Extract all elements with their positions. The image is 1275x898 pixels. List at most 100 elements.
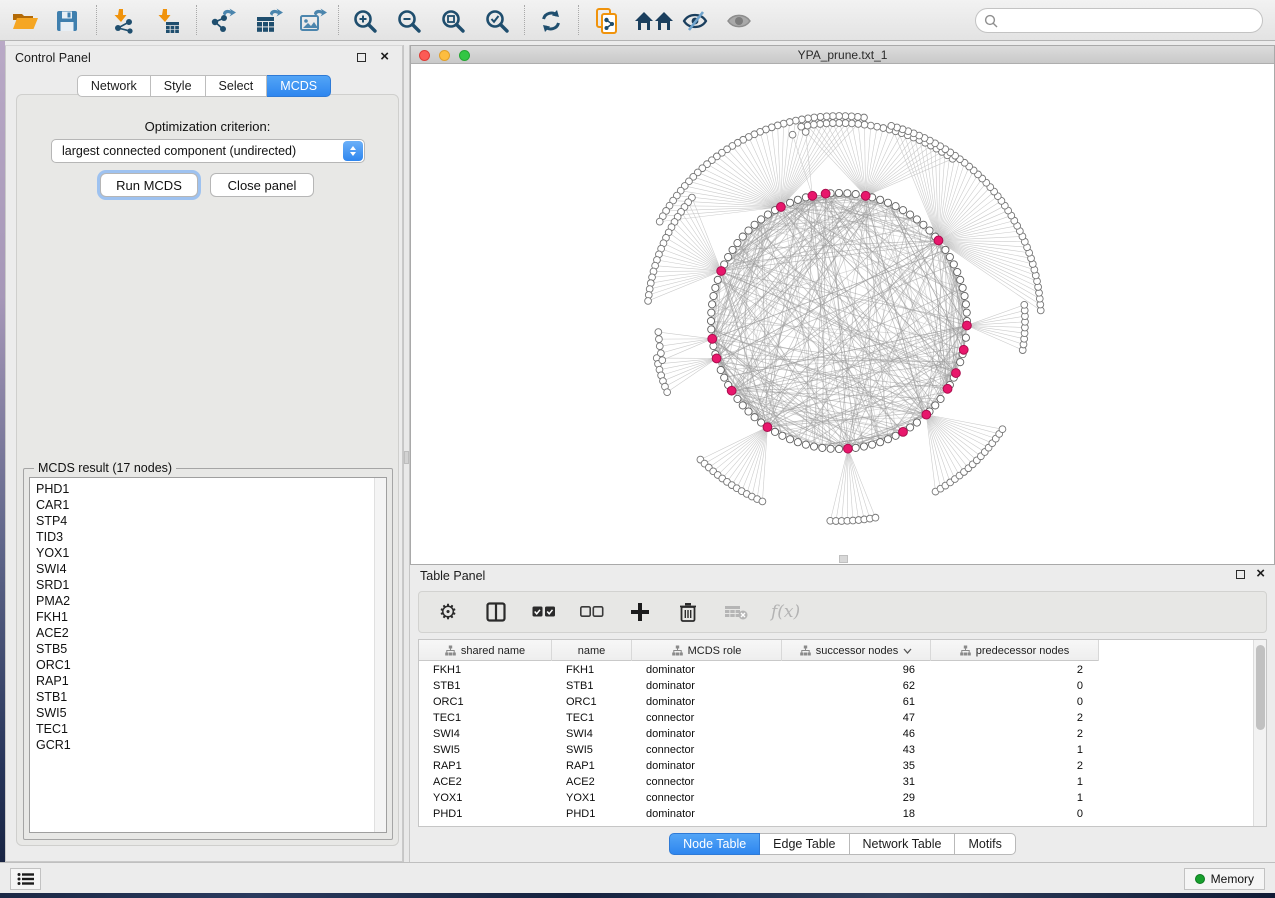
table-row[interactable]: TEC1TEC1connector472 (419, 710, 1253, 726)
mcds-result-item[interactable]: STB1 (36, 689, 372, 705)
table-row[interactable]: ORC1ORC1dominator610 (419, 694, 1253, 710)
table-cell: TEC1 (552, 710, 632, 726)
close-panel-icon[interactable]: × (380, 49, 389, 65)
column-header-shared-name[interactable]: shared name (419, 640, 552, 661)
clone-network-icon (594, 7, 620, 35)
table-body: FKH1FKH1dominator962STB1STB1dominator620… (419, 662, 1253, 822)
table-row[interactable]: SWI5SWI5connector431 (419, 742, 1253, 758)
show-eye-button[interactable] (722, 4, 756, 37)
mcds-result-item[interactable]: ACE2 (36, 625, 372, 641)
splitter-handle[interactable] (404, 451, 409, 464)
clone-network-button[interactable] (590, 4, 624, 37)
mcds-result-item[interactable]: TID3 (36, 529, 372, 545)
network-canvas[interactable] (411, 64, 1274, 564)
show-columns-button[interactable] (483, 599, 509, 625)
table-cell: 31 (782, 774, 931, 790)
tab-style[interactable]: Style (151, 75, 206, 97)
table-settings-button[interactable]: ⚙ (435, 599, 461, 625)
column-header-name[interactable]: name (552, 640, 632, 661)
export-table-button[interactable] (252, 4, 286, 37)
optimization-criterion-select[interactable]: largest connected component (undirected) (51, 139, 365, 163)
delete-table-button-disabled (723, 599, 749, 625)
column-label: name (578, 645, 606, 657)
table-cell: connector (632, 710, 782, 726)
open-file-button[interactable] (8, 4, 42, 37)
tab-edge-table[interactable]: Edge Table (760, 833, 849, 855)
table-row[interactable]: RAP1RAP1dominator352 (419, 758, 1253, 774)
column-header-successor-nodes[interactable]: successor nodes (782, 640, 931, 661)
mcds-result-item[interactable]: FKH1 (36, 609, 372, 625)
table-row[interactable]: STB1STB1dominator620 (419, 678, 1253, 694)
hide-eye-button[interactable] (678, 4, 712, 37)
table-row[interactable]: FKH1FKH1dominator962 (419, 662, 1253, 678)
memory-button[interactable]: Memory (1184, 868, 1265, 890)
table-row[interactable]: YOX1YOX1connector291 (419, 790, 1253, 806)
mcds-result-item[interactable]: STP4 (36, 513, 372, 529)
mcds-result-item[interactable]: PMA2 (36, 593, 372, 609)
export-image-button[interactable] (296, 4, 330, 37)
table-row[interactable]: ACE2ACE2connector311 (419, 774, 1253, 790)
toolbar-separator (524, 5, 525, 35)
table-row[interactable]: PHD1PHD1dominator180 (419, 806, 1253, 822)
run-mcds-button[interactable]: Run MCDS (100, 173, 198, 197)
table-cell: 2 (931, 662, 1099, 678)
zoom-fit-button[interactable] (436, 4, 470, 37)
mcds-result-item[interactable]: ORC1 (36, 657, 372, 673)
task-history-button[interactable] (10, 868, 41, 890)
mcds-result-item[interactable]: GCR1 (36, 737, 372, 753)
column-header-MCDS-role[interactable]: MCDS role (632, 640, 782, 661)
tab-motifs[interactable]: Motifs (955, 833, 1015, 855)
table-cell: 2 (931, 758, 1099, 774)
column-label: shared name (461, 645, 525, 657)
mcds-result-item[interactable]: CAR1 (36, 497, 372, 513)
table-cell: YOX1 (419, 790, 552, 806)
mcds-result-item[interactable]: TEC1 (36, 721, 372, 737)
tab-node-table[interactable]: Node Table (669, 833, 760, 855)
save-session-button[interactable] (50, 4, 84, 37)
float-window-icon[interactable] (357, 53, 366, 62)
table-cell: ORC1 (552, 694, 632, 710)
zoom-out-icon (396, 8, 422, 34)
tab-mcds[interactable]: MCDS (267, 75, 331, 97)
table-cell: 61 (782, 694, 931, 710)
tab-network[interactable]: Network (77, 75, 151, 97)
table-row[interactable]: SWI4SWI4dominator462 (419, 726, 1253, 742)
mcds-result-list[interactable]: PHD1CAR1STP4TID3YOX1SWI4SRD1PMA2FKH1ACE2… (29, 477, 387, 833)
search-box[interactable] (975, 8, 1263, 33)
mcds-result-item[interactable]: RAP1 (36, 673, 372, 689)
select-all-button[interactable] (531, 599, 557, 625)
zoom-in-button[interactable] (348, 4, 382, 37)
import-table-button[interactable] (150, 4, 184, 37)
mcds-result-item[interactable]: SWI4 (36, 561, 372, 577)
delete-column-button[interactable] (675, 599, 701, 625)
network-window-titlebar[interactable]: YPA_prune.txt_1 (411, 46, 1274, 64)
mcds-result-item[interactable]: STB5 (36, 641, 372, 657)
table-scrollbar[interactable] (1253, 640, 1266, 826)
close-table-panel-icon[interactable]: × (1256, 566, 1265, 582)
export-network-button[interactable] (206, 4, 240, 37)
mcds-result-item[interactable]: YOX1 (36, 545, 372, 561)
network-window-title: YPA_prune.txt_1 (411, 48, 1274, 62)
mcds-result-item[interactable]: SRD1 (36, 577, 372, 593)
mcds-result-item[interactable]: PHD1 (36, 481, 372, 497)
table-cell: 2 (931, 726, 1099, 742)
float-table-panel-icon[interactable] (1236, 570, 1245, 579)
table-scrollbar-thumb[interactable] (1256, 645, 1265, 730)
mcds-list-scrollbar[interactable] (374, 478, 386, 832)
add-column-button[interactable] (627, 599, 653, 625)
close-panel-button[interactable]: Close panel (210, 173, 314, 197)
mcds-result-item[interactable]: SWI5 (36, 705, 372, 721)
column-header-predecessor-nodes[interactable]: predecessor nodes (931, 640, 1099, 661)
node-table[interactable]: shared name name MCDS rolesuccessor nodesp… (418, 639, 1267, 827)
refresh-layout-button[interactable] (534, 4, 568, 37)
zoom-selected-button[interactable] (480, 4, 514, 37)
zoom-out-button[interactable] (392, 4, 426, 37)
search-input[interactable] (1004, 14, 1254, 28)
tab-select[interactable]: Select (206, 75, 268, 97)
vertical-splitter[interactable] (403, 45, 410, 862)
import-network-button[interactable] (106, 4, 140, 37)
deselect-all-button[interactable] (579, 599, 605, 625)
home-pages-button[interactable] (632, 4, 676, 37)
tab-network-table[interactable]: Network Table (850, 833, 956, 855)
horizontal-splitter-handle[interactable] (839, 555, 848, 563)
